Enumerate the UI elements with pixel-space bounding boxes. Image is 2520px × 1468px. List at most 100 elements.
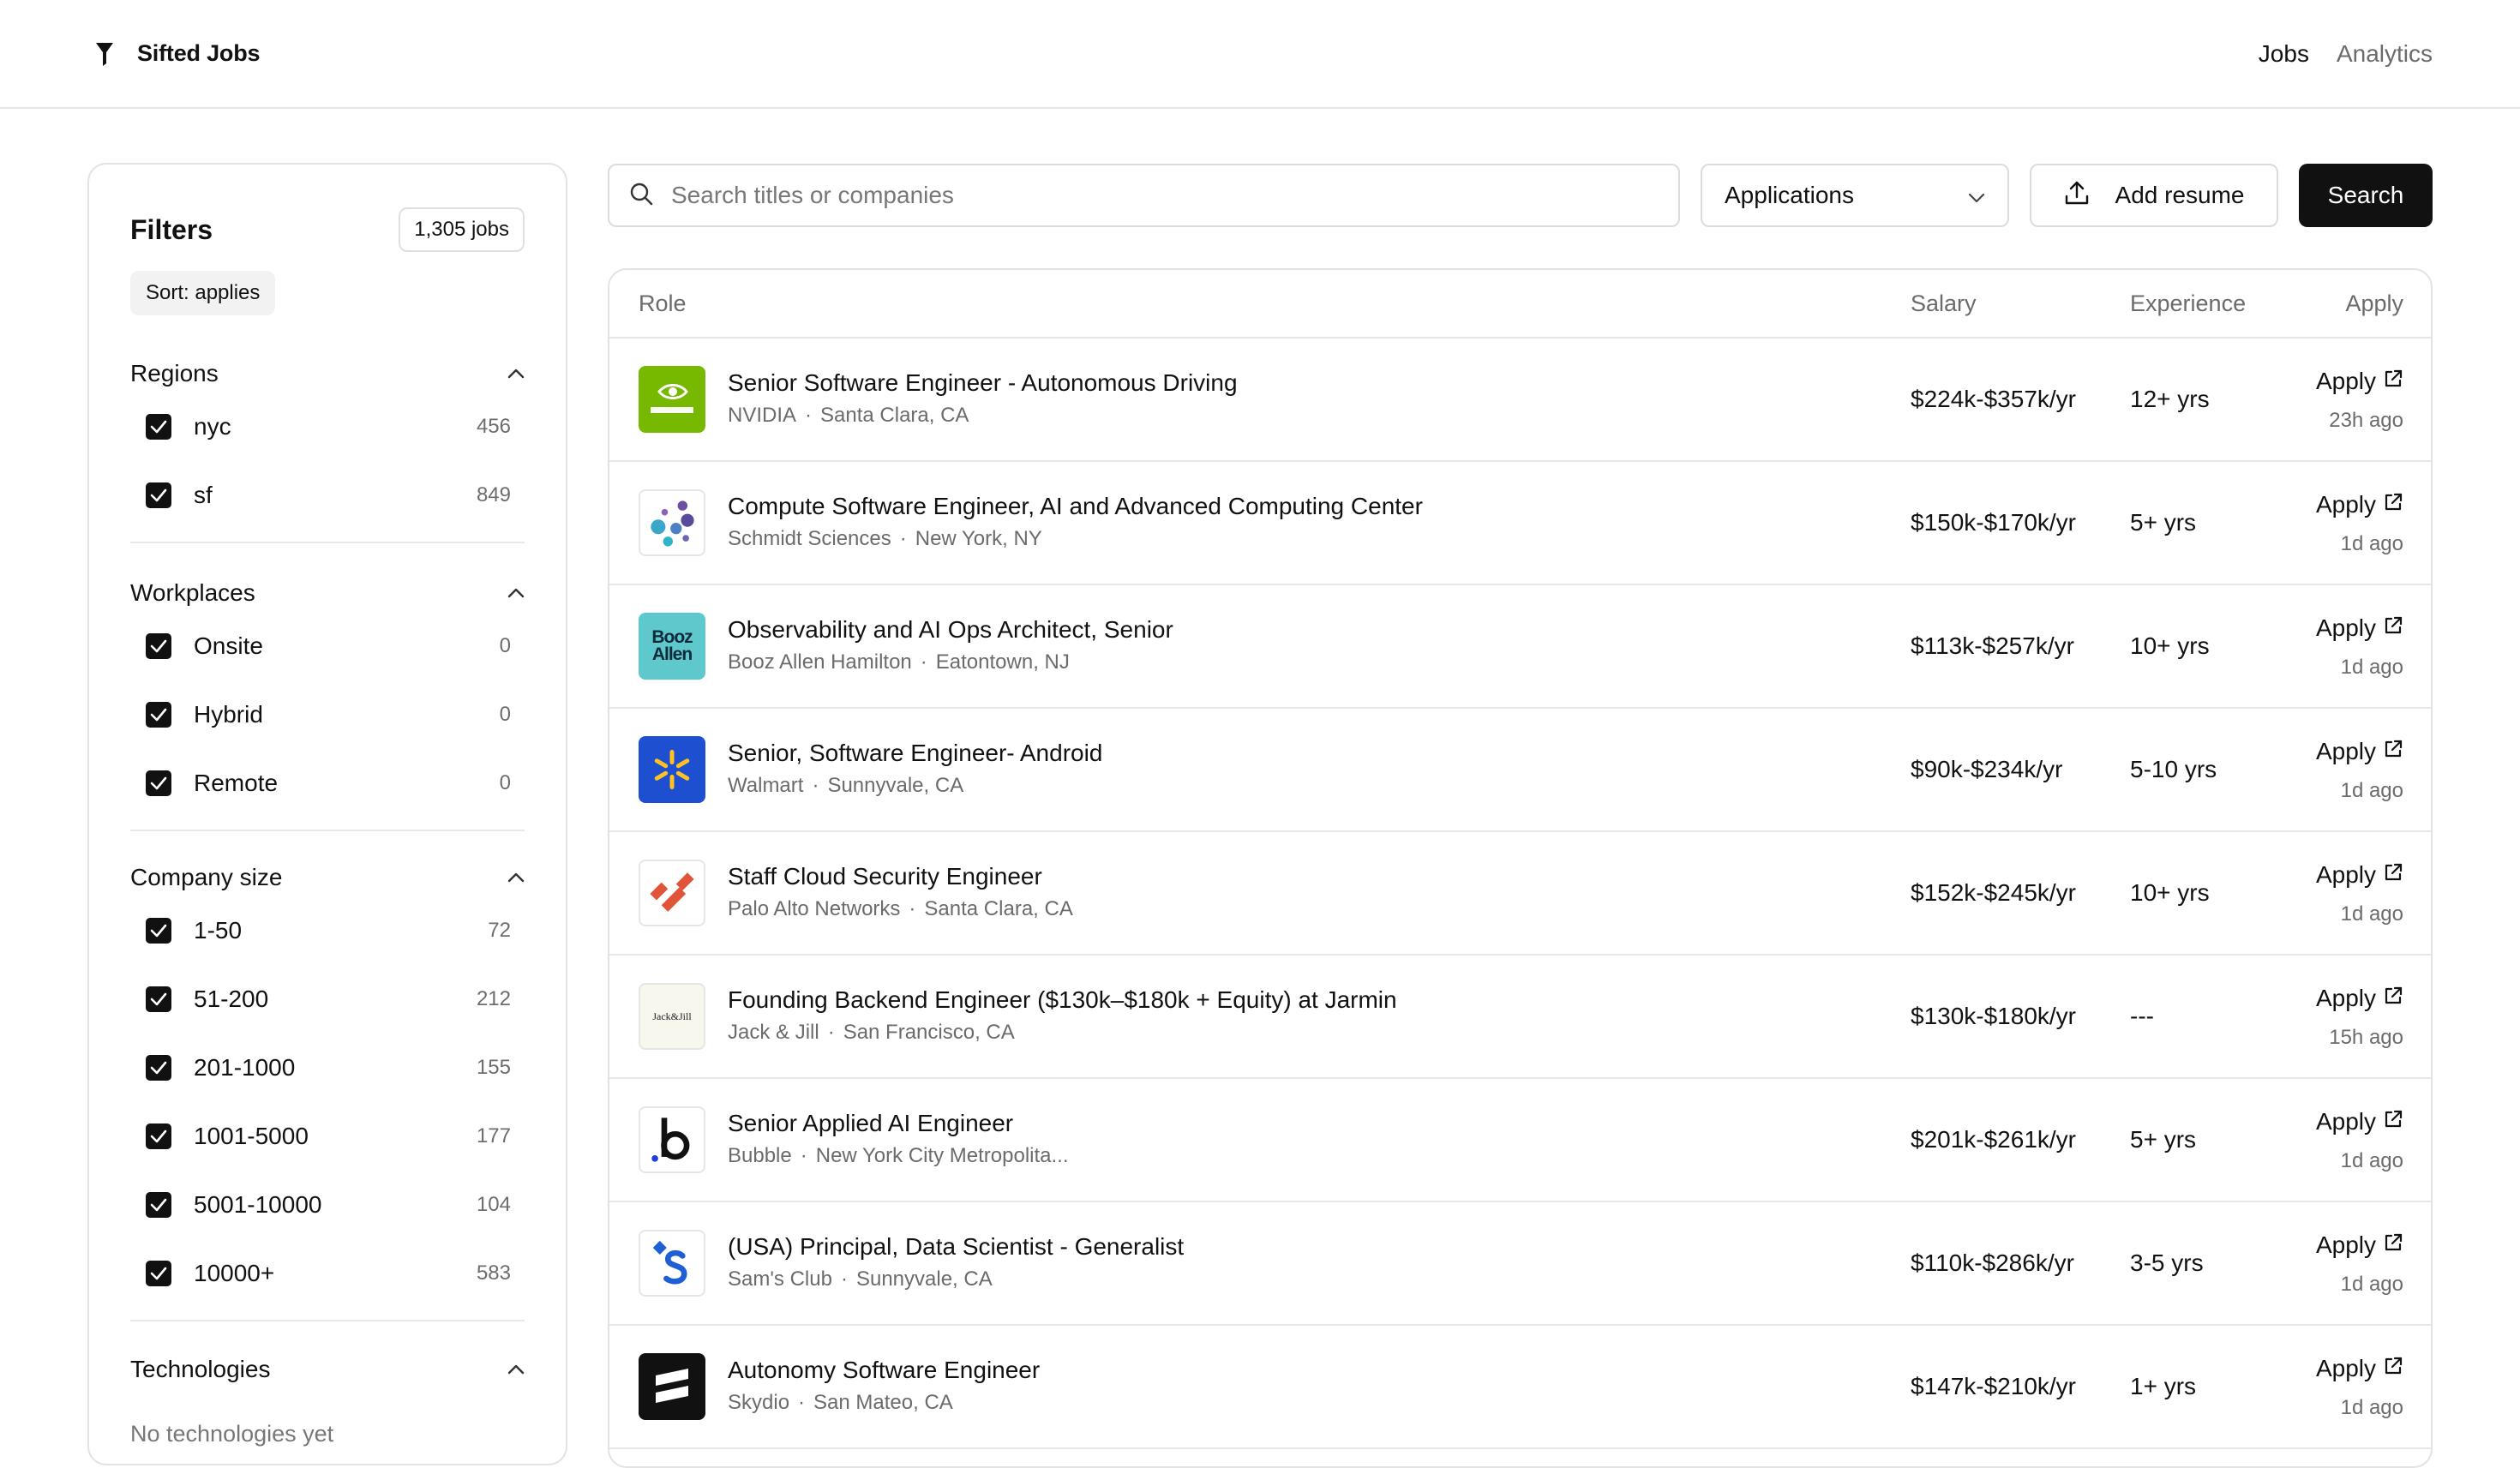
filter-option[interactable]: sf 849 [130, 461, 525, 530]
separator-dot: · [920, 650, 927, 674]
nav-jobs[interactable]: Jobs [2259, 40, 2309, 68]
checkbox-checked[interactable] [146, 414, 171, 440]
filter-group-header[interactable]: Technologies [130, 1351, 525, 1388]
filter-option-count: 849 [476, 483, 511, 506]
checkbox-checked[interactable] [146, 633, 171, 659]
company-name[interactable]: Booz Allen Hamilton [728, 650, 912, 674]
filter-group-header[interactable]: Company size [130, 859, 525, 896]
external-link-icon [2383, 1108, 2403, 1135]
job-title[interactable]: Founding Backend Engineer ($130k–$180k +… [728, 986, 1397, 1014]
checkbox-checked[interactable] [146, 1055, 171, 1081]
separator-dot: · [805, 404, 813, 427]
job-experience: 5+ yrs [2130, 509, 2197, 536]
job-company-location: Schmidt Sciences · New York, NY [728, 527, 1042, 551]
table-row[interactable]: Senior Software Engineer - Autonomous Dr… [609, 339, 2431, 462]
filter-option[interactable]: 5001-10000 104 [130, 1171, 525, 1239]
column-header-role[interactable]: Role [639, 291, 687, 317]
posted-time: 1d ago [2340, 1396, 2403, 1419]
job-location: Santa Clara, CA [924, 897, 1073, 920]
filter-group-header[interactable]: Regions [130, 355, 525, 392]
filter-option-count: 177 [476, 1124, 511, 1147]
filter-option[interactable]: 201-1000 155 [130, 1034, 525, 1102]
filter-group-header[interactable]: Workplaces [130, 574, 525, 612]
column-header-experience[interactable]: Experience [2130, 291, 2246, 317]
apply-link[interactable]: Apply [2316, 1355, 2403, 1382]
company-name[interactable]: Palo Alto Networks [728, 897, 900, 920]
apply-link[interactable]: Apply [2316, 614, 2403, 642]
checkbox-checked[interactable] [146, 1261, 171, 1286]
job-title[interactable]: Senior Software Engineer - Autonomous Dr… [728, 369, 1238, 397]
table-row[interactable]: Senior, Software Engineer- Android Walmar… [609, 709, 2431, 832]
company-name[interactable]: Sam's Club [728, 1267, 832, 1291]
table-row[interactable]: (USA) Principal, Data Scientist - Genera… [609, 1202, 2431, 1326]
table-row[interactable]: Jack&Jill Founding Backend Engineer ($130… [609, 956, 2431, 1079]
job-location: San Mateo, CA [813, 1391, 953, 1414]
apply-link[interactable]: Apply [2316, 1231, 2403, 1259]
search-box[interactable] [608, 164, 1680, 227]
job-location: Eatontown, NJ [935, 650, 1070, 674]
apply-link[interactable]: Apply [2316, 368, 2403, 395]
apply-link[interactable]: Apply [2316, 1108, 2403, 1135]
external-link-icon [2383, 1231, 2403, 1259]
company-name[interactable]: Jack & Jill [728, 1021, 819, 1044]
company-name[interactable]: Bubble [728, 1144, 792, 1167]
company-name[interactable]: NVIDIA [728, 404, 796, 427]
company-name[interactable]: Walmart [728, 774, 803, 797]
filter-option[interactable]: 1001-5000 177 [130, 1102, 525, 1171]
apply-label: Apply [2315, 1108, 2376, 1135]
job-title[interactable]: Senior, Software Engineer- Android [728, 740, 1102, 767]
filter-option[interactable]: Hybrid 0 [130, 680, 525, 749]
job-experience: --- [2130, 1003, 2154, 1029]
job-title[interactable]: Senior Applied AI Engineer [728, 1110, 1013, 1137]
skydio-logo [639, 1353, 705, 1420]
search-button[interactable]: Search [2299, 164, 2433, 227]
checkbox-checked[interactable] [146, 702, 171, 728]
apply-link[interactable]: Apply [2316, 861, 2403, 889]
brand[interactable]: Sifted Jobs [93, 40, 261, 68]
sort-select[interactable]: Applications [1701, 164, 2009, 227]
filter-option[interactable]: Onsite 0 [130, 612, 525, 680]
checkbox-checked[interactable] [146, 1123, 171, 1149]
company-name[interactable]: Skydio [728, 1391, 789, 1414]
filter-option[interactable]: 10000+ 583 [130, 1239, 525, 1308]
sort-chip[interactable]: Sort: applies [130, 271, 276, 315]
search-input[interactable] [671, 182, 1614, 209]
job-company-location: Walmart · Sunnyvale, CA [728, 774, 963, 798]
job-experience: 12+ yrs [2130, 386, 2210, 412]
filter-option-count: 212 [476, 987, 511, 1010]
company-name[interactable]: Schmidt Sciences [728, 527, 891, 550]
filter-option[interactable]: nyc 456 [130, 392, 525, 461]
table-row[interactable]: Autonomy Software Engineer Skydio · San Mat… [609, 1326, 2431, 1449]
column-header-salary[interactable]: Salary [1911, 291, 1977, 317]
filter-option[interactable]: Remote 0 [130, 749, 525, 818]
checkbox-checked[interactable] [146, 482, 171, 508]
job-experience: 10+ yrs [2130, 879, 2210, 906]
filter-option-label: Hybrid [194, 701, 263, 728]
filter-option[interactable]: 51-200 212 [130, 965, 525, 1034]
nav-analytics[interactable]: Analytics [2337, 40, 2433, 68]
checkbox-checked[interactable] [146, 918, 171, 944]
posted-time: 1d ago [2340, 1149, 2403, 1172]
add-resume-button[interactable]: Add resume [2030, 164, 2278, 227]
checkbox-checked[interactable] [146, 770, 171, 796]
checkbox-checked[interactable] [146, 986, 171, 1012]
filter-option[interactable]: 1-50 72 [130, 896, 525, 965]
apply-label: Apply [2315, 491, 2376, 518]
apply-link[interactable]: Apply [2316, 985, 2403, 1012]
job-title[interactable]: Autonomy Software Engineer [728, 1357, 1040, 1384]
table-row[interactable]: Senior Applied AI Engineer Bubble · New Yor… [609, 1079, 2431, 1202]
external-link-icon [2383, 368, 2403, 395]
table-row[interactable]: Compute Software Engineer, AI and Advanc… [609, 462, 2431, 585]
checkbox-checked[interactable] [146, 1192, 171, 1218]
job-title[interactable]: Staff Cloud Security Engineer [728, 863, 1042, 890]
filters-title: Filters [130, 213, 213, 245]
apply-link[interactable]: Apply [2316, 491, 2403, 518]
filter-option-count: 0 [499, 634, 511, 657]
job-title[interactable]: Compute Software Engineer, AI and Advanc… [728, 493, 1423, 520]
filter-option-count: 583 [476, 1261, 511, 1285]
apply-link[interactable]: Apply [2316, 738, 2403, 765]
table-row[interactable]: Staff Cloud Security Engineer Palo Alto N… [609, 832, 2431, 956]
job-title[interactable]: (USA) Principal, Data Scientist - Genera… [728, 1233, 1184, 1261]
table-row[interactable]: Booz Allen Observability and AI Ops Archit… [609, 585, 2431, 709]
job-title[interactable]: Observability and AI Ops Architect, Seni… [728, 616, 1173, 644]
